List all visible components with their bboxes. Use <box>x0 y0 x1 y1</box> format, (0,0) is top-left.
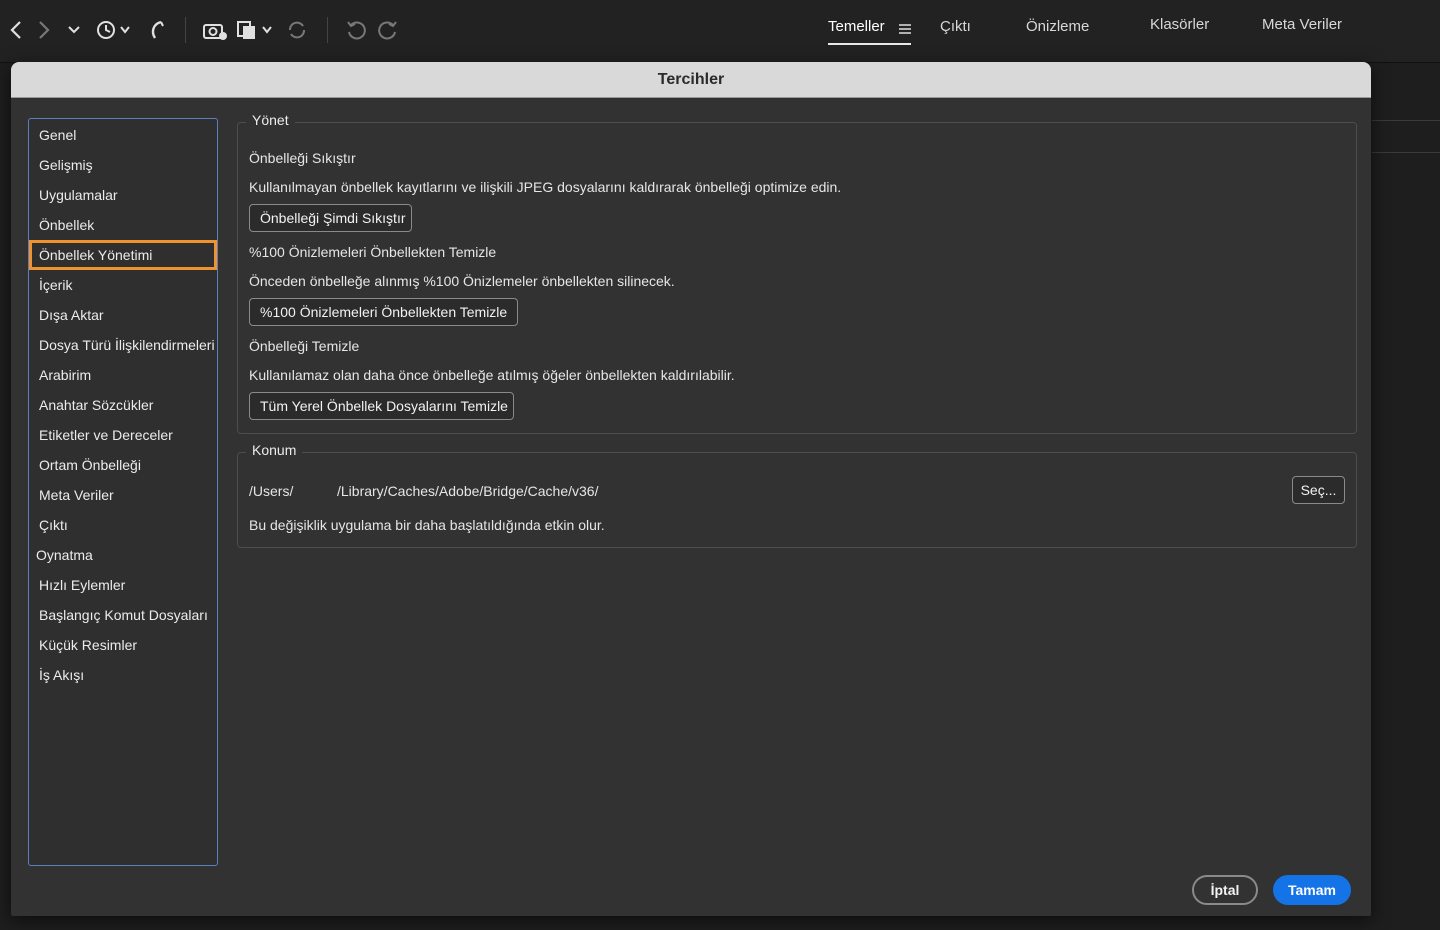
active-tab-underline <box>828 43 911 45</box>
location-group: Konum /Users/ /Library/Caches/Adobe/Brid… <box>237 442 1357 548</box>
back-icon[interactable] <box>6 16 26 44</box>
category-gelismis[interactable]: Gelişmiş <box>29 150 217 180</box>
copy-icon[interactable] <box>236 16 276 44</box>
ok-button[interactable]: Tamam <box>1273 875 1351 905</box>
workspace-tab-cikti[interactable]: Çıktı <box>940 18 971 35</box>
background-divider <box>1372 120 1440 121</box>
compact-cache-desc: Kullanılmayan önbellek kayıtlarını ve il… <box>249 179 842 195</box>
app-toolbar: Temeller Çıktı Önizleme Klasörler Meta V… <box>0 0 1440 63</box>
category-hizli-eylemler[interactable]: Hızlı Eylemler <box>29 570 217 600</box>
cancel-button[interactable]: İptal <box>1192 875 1258 905</box>
boomerang-icon[interactable] <box>146 16 166 44</box>
category-cikti[interactable]: Çıktı <box>29 510 217 540</box>
purge-cache-desc: Kullanılamaz olan daha önce önbelleğe at… <box>249 367 735 383</box>
rotate-left-icon[interactable] <box>344 16 368 44</box>
category-onbellek-yonetimi[interactable]: Önbellek Yönetimi <box>29 240 217 270</box>
chevron-down-icon[interactable] <box>66 16 82 44</box>
preferences-category-list[interactable]: Genel Gelişmiş Uygulamalar Önbellek Önbe… <box>28 118 218 866</box>
category-genel[interactable]: Genel <box>29 120 217 150</box>
workspace-tab-klasorler[interactable]: Klasörler <box>1150 16 1209 33</box>
category-baslangic[interactable]: Başlangıç Komut Dosyaları <box>29 600 217 630</box>
location-group-label: Konum <box>246 442 303 458</box>
workspace-tab-onizleme[interactable]: Önizleme <box>1026 18 1089 35</box>
category-meta-veriler[interactable]: Meta Veriler <box>29 480 217 510</box>
purge-cache-title: Önbelleği Temizle <box>249 338 360 354</box>
cache-path-prefix: /Users/ <box>249 483 294 499</box>
compact-cache-title: Önbelleği Sıkıştır <box>249 150 356 166</box>
camera-import-icon[interactable] <box>202 16 228 44</box>
category-onbellek[interactable]: Önbellek <box>29 210 217 240</box>
category-is-akisi[interactable]: İş Akışı <box>29 660 217 690</box>
purge-100-title: %100 Önizlemeleri Önbellekten Temizle <box>249 244 497 260</box>
category-uygulamalar[interactable]: Uygulamalar <box>29 180 217 210</box>
purge-100-desc: Önceden önbelleğe alınmış %100 Önizlemel… <box>249 273 675 289</box>
compact-cache-button[interactable]: Önbelleği Şimdi Sıkıştır <box>249 204 412 232</box>
category-arabirim[interactable]: Arabirim <box>29 360 217 390</box>
menu-icon[interactable] <box>899 22 911 40</box>
purge-all-local-button[interactable]: Tüm Yerel Önbellek Dosyalarını Temizle <box>249 392 514 420</box>
category-anahtar-sozcukler[interactable]: Anahtar Sözcükler <box>29 390 217 420</box>
choose-location-button[interactable]: Seç... <box>1292 476 1345 504</box>
category-disa-aktar[interactable]: Dışa Aktar <box>29 300 217 330</box>
manage-group: Yönet Önbelleği Sıkıştır Kullanılmayan ö… <box>237 112 1357 434</box>
rotate-right-icon[interactable] <box>376 16 400 44</box>
workspace-tab-temeller[interactable]: Temeller <box>828 18 885 35</box>
manage-group-label: Yönet <box>246 112 295 128</box>
purge-100-button[interactable]: %100 Önizlemeleri Önbellekten Temizle <box>249 298 518 326</box>
forward-icon[interactable] <box>34 16 54 44</box>
category-ortam-onbellegi[interactable]: Ortam Önbelleği <box>29 450 217 480</box>
history-icon[interactable] <box>94 16 134 44</box>
category-etiketler[interactable]: Etiketler ve Dereceler <box>29 420 217 450</box>
category-oynatma[interactable]: Oynatma <box>29 540 217 570</box>
category-icerik[interactable]: İçerik <box>29 270 217 300</box>
cache-path-suffix: /Library/Caches/Adobe/Bridge/Cache/v36/ <box>337 483 599 499</box>
preferences-dialog: Tercihler Genel Gelişmiş Uygulamalar Önb… <box>11 62 1371 916</box>
restart-note: Bu değişiklik uygulama bir daha başlatıl… <box>249 517 605 533</box>
workspace-tab-meta-veriler[interactable]: Meta Veriler <box>1262 16 1342 33</box>
dialog-title: Tercihler <box>11 62 1371 98</box>
refresh-icon[interactable] <box>286 16 308 44</box>
category-dosya-turu[interactable]: Dosya Türü İlişkilendirmeleri <box>29 330 217 360</box>
category-kucuk-resimler[interactable]: Küçük Resimler <box>29 630 217 660</box>
background-divider <box>1372 152 1440 153</box>
